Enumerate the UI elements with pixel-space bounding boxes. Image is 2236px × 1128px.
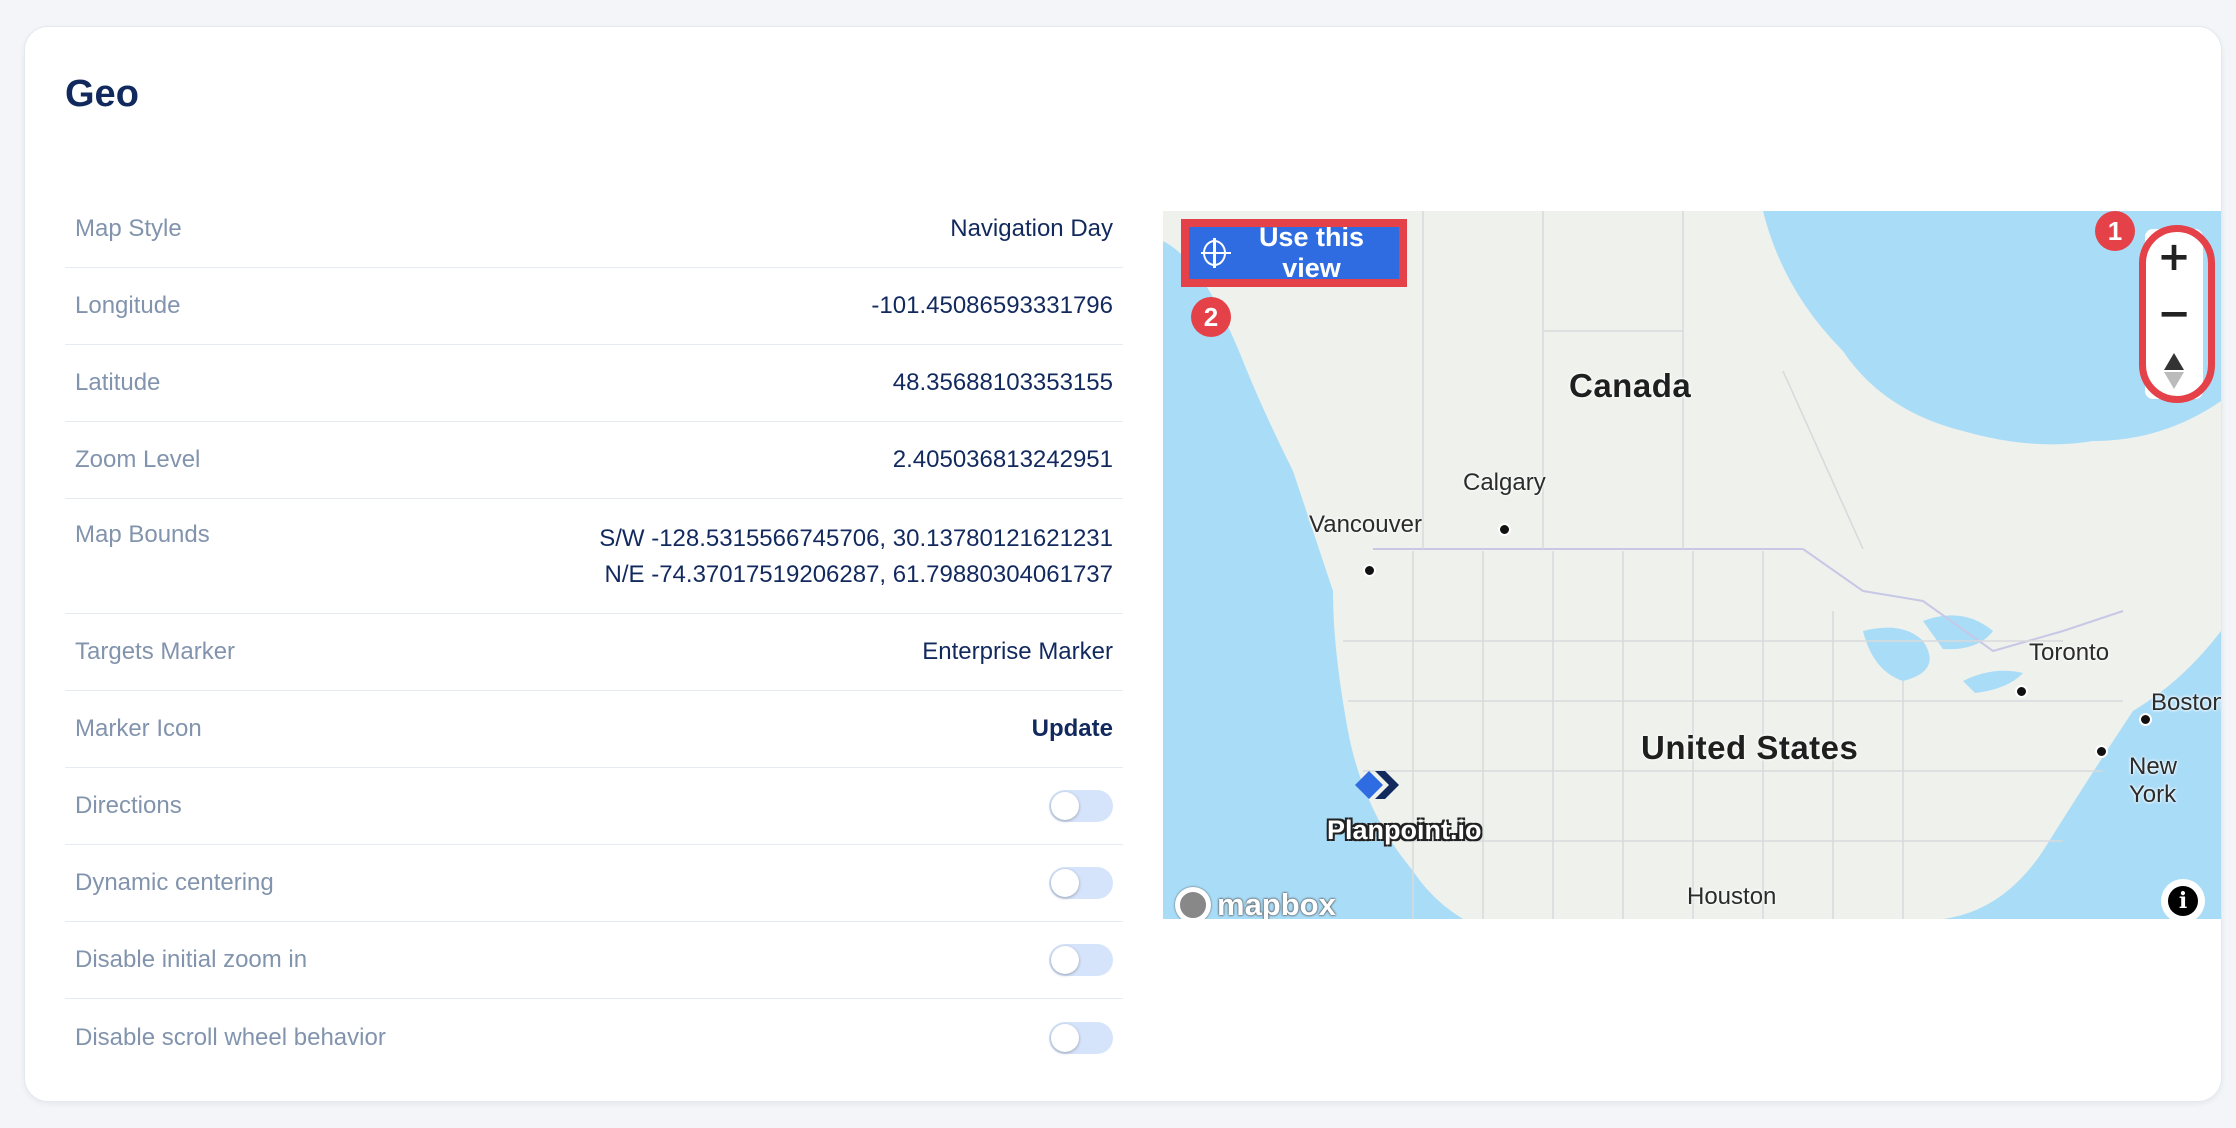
land-shape (1163, 211, 2221, 919)
map-label-boston: Boston (2151, 689, 2221, 716)
setting-label: Map Style (75, 215, 182, 242)
setting-dynamic-centering: Dynamic centering (65, 845, 1123, 922)
toggle-knob (1051, 1023, 1079, 1052)
toggle-knob (1051, 869, 1079, 897)
marker-icon-update-link[interactable]: Update (1032, 711, 1113, 747)
map-label-vancouver: Vancouver (1309, 511, 1422, 538)
setting-label: Zoom Level (75, 446, 201, 473)
setting-label: Targets Marker (75, 638, 236, 665)
crosshair-icon (1201, 238, 1231, 268)
setting-marker-icon: Marker Icon Update (65, 691, 1123, 768)
settings-list: Map Style Navigation Day Longitude -101.… (65, 191, 1123, 1076)
setting-label: Map Bounds (75, 521, 210, 548)
zoom-in-button[interactable]: + (2145, 229, 2203, 286)
setting-label: Disable initial zoom in (75, 946, 308, 973)
map-style-value[interactable]: Navigation Day (950, 211, 1113, 247)
setting-label: Disable scroll wheel behavior (75, 1023, 386, 1051)
zoom-level-value: 2.405036813242951 (892, 446, 1113, 473)
mapbox-logo-icon (1175, 887, 1211, 919)
toggle-knob (1051, 792, 1079, 820)
setting-disable-scroll-wheel: Disable scroll wheel behavior (65, 999, 1123, 1076)
setting-targets-marker: Targets Marker Enterprise Marker (65, 614, 1123, 691)
map-navigation-control: + − (2145, 229, 2203, 399)
page-title: Geo (65, 73, 139, 115)
annotation-badge-1: 1 (2095, 211, 2135, 251)
setting-zoom-level: Zoom Level 2.405036813242951 (65, 422, 1123, 499)
dynamic-centering-toggle[interactable] (1049, 867, 1113, 899)
longitude-value: -101.45086593331796 (871, 292, 1113, 319)
map-view[interactable]: Canada United States Calgary Vancouver T… (1163, 211, 2221, 919)
setting-label: Dynamic centering (75, 869, 274, 896)
city-dot (1498, 523, 1511, 536)
mapbox-logo[interactable]: mapbox (1175, 887, 1336, 919)
city-dot (2095, 745, 2108, 758)
map-bounds-sw: S/W -128.5315566745706, 30.1378012162123… (599, 525, 1113, 552)
setting-label: Latitude (75, 369, 161, 396)
map-label-canada: Canada (1569, 367, 1692, 404)
map-label-toronto: Toronto (2029, 639, 2110, 666)
map-label-new-york: New York (2129, 753, 2178, 808)
setting-disable-initial-zoom: Disable initial zoom in (65, 922, 1123, 999)
map-label-houston: Houston (1687, 883, 1777, 910)
map-base-layer (1163, 211, 2221, 919)
city-dot (1363, 564, 1376, 577)
marker-label: Planpoint.io (1327, 815, 1482, 845)
setting-label: Marker Icon (75, 715, 202, 742)
setting-label: Longitude (75, 292, 181, 319)
setting-latitude: Latitude 48.35688103353155 (65, 345, 1123, 422)
map-bounds-ne: N/E -74.37017519206287, 61.7988030406173… (604, 561, 1113, 588)
hudson-bay-shape (1783, 211, 1981, 299)
planpoint-marker-icon[interactable] (1355, 767, 1403, 803)
city-dot (2139, 713, 2152, 726)
attribution-info-button[interactable]: i (2161, 879, 2205, 919)
info-icon: i (2168, 886, 2198, 916)
setting-map-style: Map Style Navigation Day (65, 191, 1123, 268)
map-bounds-value: S/W -128.5315566745706, 30.1378012162123… (599, 521, 1113, 593)
zoom-out-button[interactable]: − (2145, 286, 2203, 343)
latitude-value: 48.35688103353155 (892, 369, 1113, 396)
directions-toggle[interactable] (1049, 790, 1113, 822)
use-this-view-button[interactable]: Use this view (1181, 219, 1407, 287)
setting-label: Directions (75, 792, 182, 819)
city-dot (2015, 685, 2028, 698)
geo-card: Geo Map Style Navigation Day Longitude -… (24, 26, 2222, 1102)
map-label-united-states: United States (1641, 729, 1859, 766)
disable-initial-zoom-toggle[interactable] (1049, 944, 1113, 976)
use-this-view-label: Use this view (1258, 222, 1364, 283)
setting-longitude: Longitude -101.45086593331796 (65, 268, 1123, 345)
annotation-badge-2: 2 (1191, 297, 1231, 337)
disable-scroll-wheel-toggle[interactable] (1049, 1021, 1113, 1054)
targets-marker-value[interactable]: Enterprise Marker (922, 634, 1113, 670)
setting-directions: Directions (65, 768, 1123, 845)
mapbox-attribution-text: mapbox (1217, 887, 1336, 919)
setting-map-bounds: Map Bounds S/W -128.5315566745706, 30.13… (65, 499, 1123, 614)
toggle-knob (1051, 946, 1079, 974)
compass-icon (2164, 351, 2184, 391)
compass-button[interactable] (2145, 342, 2203, 399)
map-label-calgary: Calgary (1463, 469, 1546, 496)
